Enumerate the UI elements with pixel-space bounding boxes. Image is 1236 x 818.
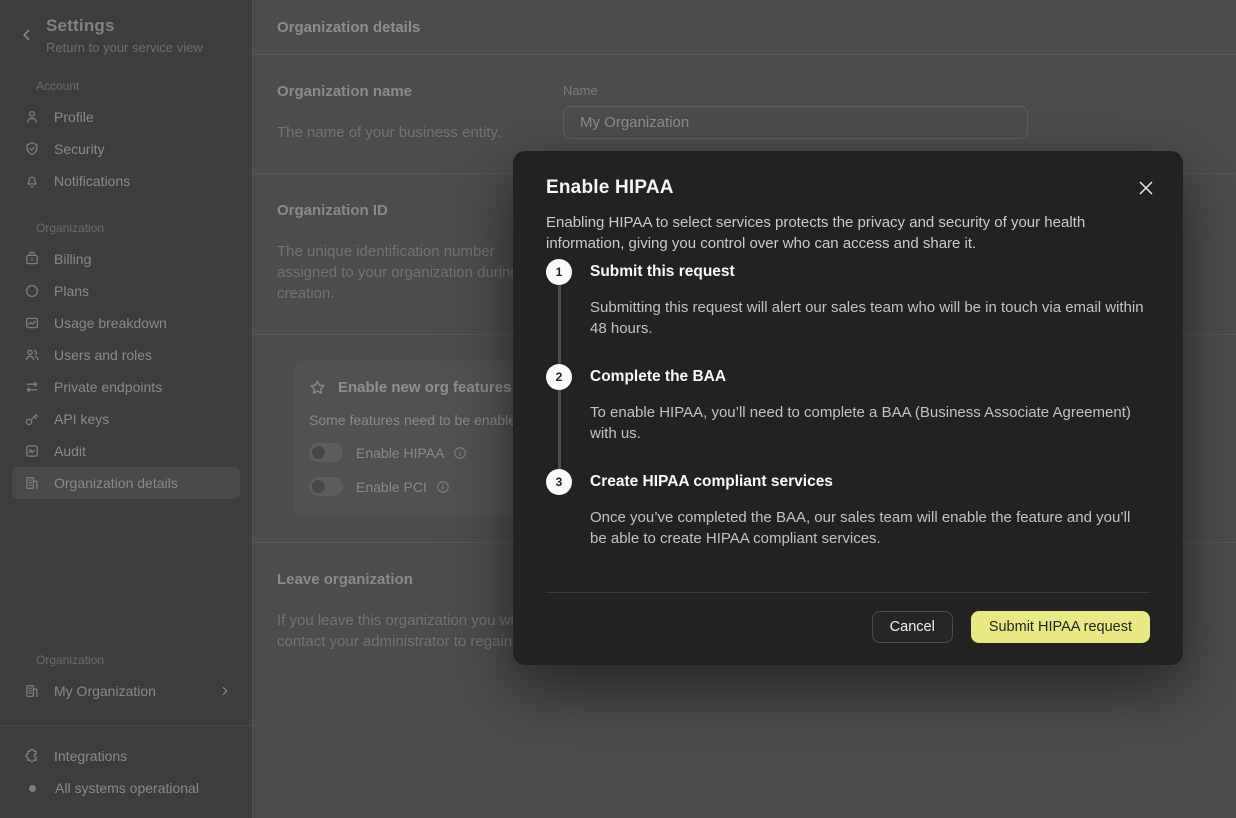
step-body: To enable HIPAA, you’ll need to complete…: [590, 402, 1150, 444]
section-label-account: Account: [0, 79, 252, 93]
star-icon: [309, 379, 326, 396]
sidebar-item-label: Users and roles: [54, 347, 152, 363]
hipaa-toggle-label: Enable HIPAA: [356, 445, 444, 461]
steps-list: 1 Submit this request Submitting this re…: [546, 259, 1150, 549]
building-icon: [24, 683, 40, 699]
system-status[interactable]: All systems operational: [12, 772, 240, 804]
settings-sidebar: Settings Return to your service view Acc…: [0, 0, 253, 818]
shield-icon: [24, 141, 40, 157]
step-body: Once you’ve completed the BAA, our sales…: [590, 507, 1150, 549]
info-icon[interactable]: [436, 480, 450, 494]
step-3: 3 Create HIPAA compliant services Once y…: [546, 469, 1150, 549]
building-icon: [24, 475, 40, 491]
sidebar-item-private-endpoints[interactable]: Private endpoints: [12, 371, 240, 403]
sidebar-item-integrations[interactable]: Integrations: [12, 740, 240, 772]
sidebar-item-label: Private endpoints: [54, 379, 162, 395]
modal-footer: Cancel Submit HIPAA request: [546, 592, 1150, 665]
org-name-title: Organization name: [277, 83, 517, 100]
footer-section-label: Organization: [0, 653, 252, 667]
sidebar-item-label: Notifications: [54, 173, 130, 189]
org-switcher-label: My Organization: [54, 683, 156, 699]
step-2: 2 Complete the BAA To enable HIPAA, you’…: [546, 364, 1150, 444]
section-label-organization: Organization: [0, 221, 252, 235]
enable-hipaa-toggle[interactable]: [309, 443, 343, 462]
sidebar-item-plans[interactable]: Plans: [12, 275, 240, 307]
step-1: 1 Submit this request Submitting this re…: [546, 259, 1150, 339]
status-label: All systems operational: [55, 780, 199, 796]
sidebar-item-usage-breakdown[interactable]: Usage breakdown: [12, 307, 240, 339]
page-title: Organization details: [277, 19, 420, 36]
modal-description: Enabling HIPAA to select services protec…: [546, 212, 1150, 254]
sidebar-item-security[interactable]: Security: [12, 133, 240, 165]
toggle-knob: [312, 480, 325, 493]
sidebar-footer: Organization My Organization Integration…: [0, 653, 252, 818]
sidebar-item-label: Integrations: [54, 748, 127, 764]
pci-toggle-label: Enable PCI: [356, 479, 427, 495]
circle-icon: [24, 283, 40, 299]
step-number-badge: 3: [546, 469, 572, 495]
key-icon: [24, 411, 40, 427]
step-number-badge: 2: [546, 364, 572, 390]
org-id-description: The unique identification number assigne…: [277, 241, 537, 304]
sidebar-item-api-keys[interactable]: API keys: [12, 403, 240, 435]
status-dot-icon: [29, 785, 36, 792]
step-title: Complete the BAA: [590, 368, 1150, 386]
info-icon[interactable]: [453, 446, 467, 460]
chevron-right-icon: [218, 684, 232, 698]
sidebar-item-audit[interactable]: Audit: [12, 435, 240, 467]
enable-pci-toggle[interactable]: [309, 477, 343, 496]
arrows-icon: [24, 379, 40, 395]
back-button[interactable]: [18, 26, 36, 44]
chevron-left-icon: [18, 26, 36, 44]
sidebar-title: Settings: [46, 16, 236, 36]
bell-icon: [24, 173, 40, 189]
sidebar-item-users-and-roles[interactable]: Users and roles: [12, 339, 240, 371]
close-icon: [1139, 181, 1153, 195]
users-icon: [24, 347, 40, 363]
sidebar-item-label: Audit: [54, 443, 86, 459]
sidebar-item-label: Organization details: [54, 475, 178, 491]
sidebar-item-organization-details[interactable]: Organization details: [12, 467, 240, 499]
toggle-knob: [312, 446, 325, 459]
chart-icon: [24, 315, 40, 331]
sidebar-divider: [0, 725, 252, 726]
modal-title: Enable HIPAA: [546, 177, 1150, 199]
step-number-badge: 1: [546, 259, 572, 285]
sidebar-item-notifications[interactable]: Notifications: [12, 165, 240, 197]
step-title: Create HIPAA compliant services: [590, 473, 1150, 491]
sidebar-item-label: API keys: [54, 411, 109, 427]
org-name-description: The name of your business entity.: [277, 122, 517, 143]
page-header: Organization details: [254, 0, 1236, 55]
wallet-icon: [24, 251, 40, 267]
sidebar-item-label: Plans: [54, 283, 89, 299]
sidebar-subtitle: Return to your service view: [46, 40, 236, 55]
sidebar-item-profile[interactable]: Profile: [12, 101, 240, 133]
user-icon: [24, 109, 40, 125]
step-title: Submit this request: [590, 263, 1150, 281]
close-button[interactable]: [1135, 177, 1157, 199]
sidebar-item-label: Usage breakdown: [54, 315, 167, 331]
org-id-title: Organization ID: [277, 202, 537, 219]
step-body: Submitting this request will alert our s…: [590, 297, 1150, 339]
enable-hipaa-modal: Enable HIPAA Enabling HIPAA to select se…: [513, 151, 1183, 665]
sidebar-item-label: Billing: [54, 251, 91, 267]
audit-icon: [24, 443, 40, 459]
org-name-input[interactable]: [563, 106, 1028, 139]
sidebar-item-label: Profile: [54, 109, 94, 125]
name-field-label: Name: [563, 83, 1028, 98]
submit-hipaa-request-button[interactable]: Submit HIPAA request: [971, 611, 1150, 643]
puzzle-icon: [24, 748, 40, 764]
features-card-title: Enable new org features: [338, 379, 511, 396]
sidebar-item-label: Security: [54, 141, 105, 157]
org-switcher[interactable]: My Organization: [12, 675, 240, 707]
sidebar-item-billing[interactable]: Billing: [12, 243, 240, 275]
cancel-button[interactable]: Cancel: [872, 611, 953, 643]
sidebar-header: Settings Return to your service view: [0, 0, 252, 55]
